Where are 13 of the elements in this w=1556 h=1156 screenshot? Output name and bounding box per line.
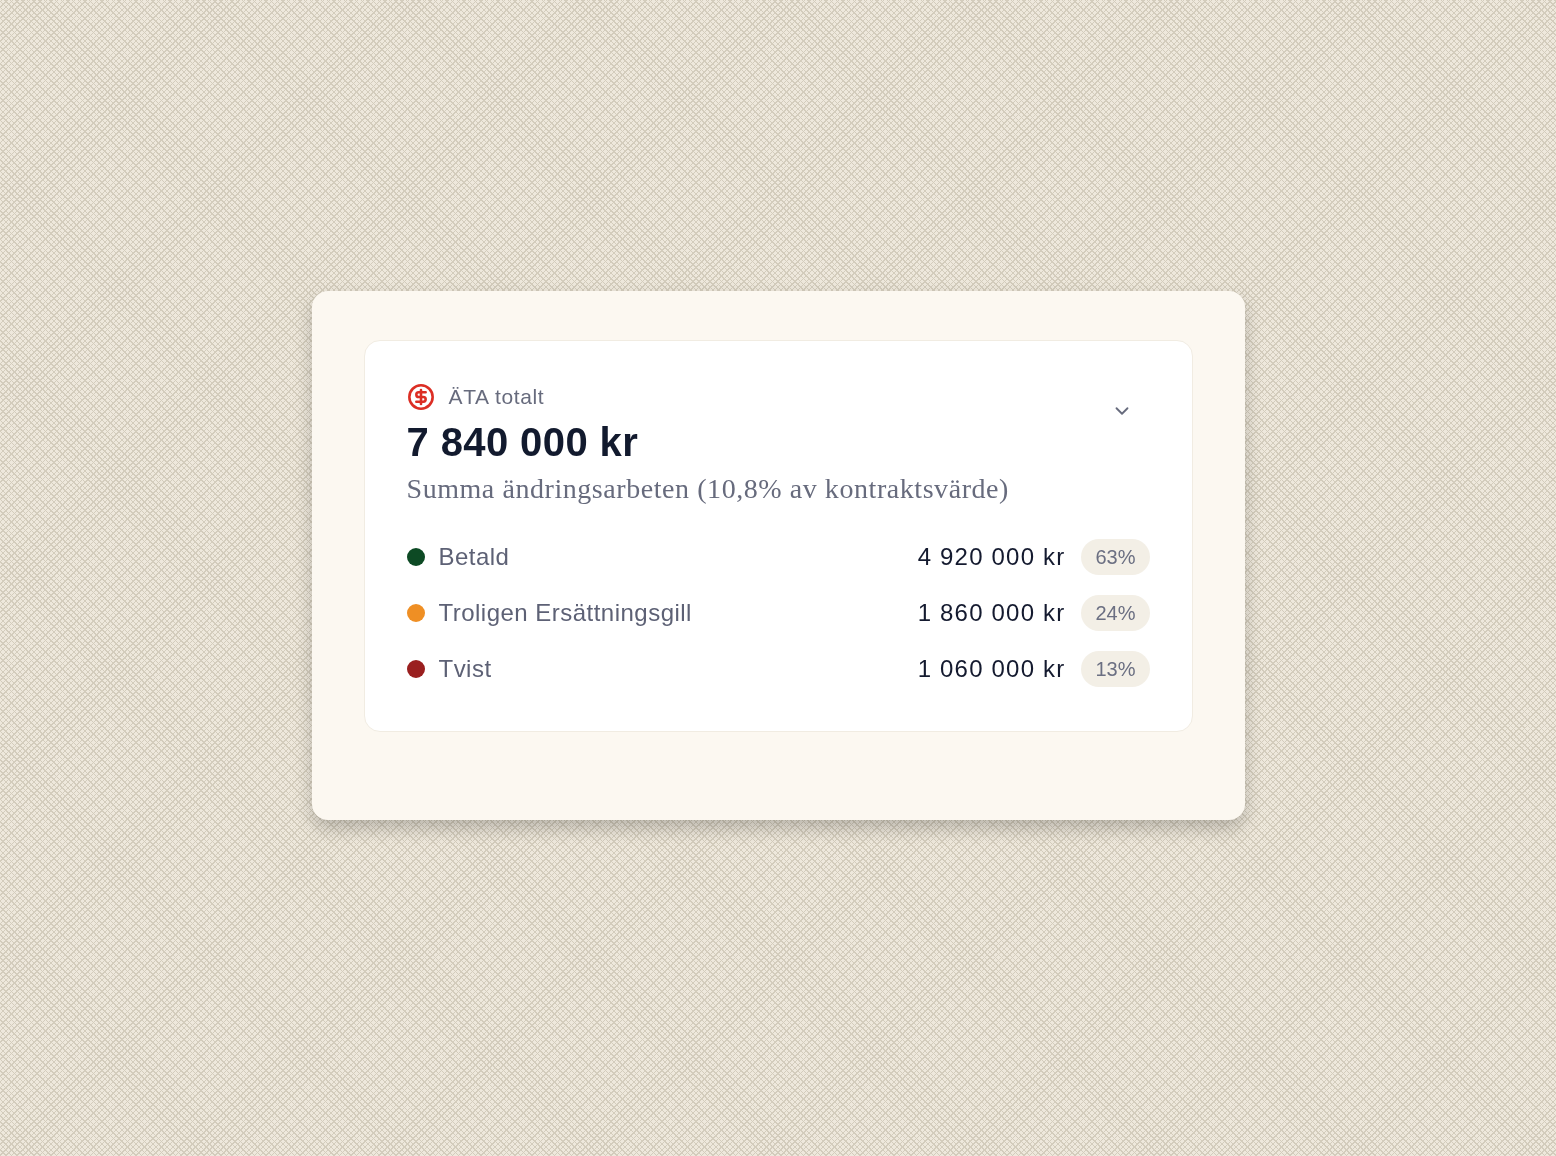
percent-badge: 63%	[1081, 538, 1150, 575]
dollar-circle-icon	[406, 382, 435, 411]
amount-value: 4 920 000 kr	[917, 541, 1066, 572]
amount-value: 1 060 000 kr	[917, 653, 1066, 684]
total-amount: 7 840 000 kr	[406, 418, 639, 466]
percent-badge: 24%	[1081, 594, 1150, 631]
category-label: Tvist	[438, 653, 492, 684]
amount-value: 1 860 000 kr	[917, 597, 1066, 628]
subtitle-text: Summa ändringsarbeten (10,8% av kontraktsvärde)	[406, 471, 1009, 506]
category-label: Betald	[438, 541, 510, 572]
category-label: Troligen Ersättningsgill	[438, 597, 692, 628]
card-title: ÄTA totalt	[448, 384, 545, 410]
percent-badge: 13%	[1081, 650, 1150, 687]
